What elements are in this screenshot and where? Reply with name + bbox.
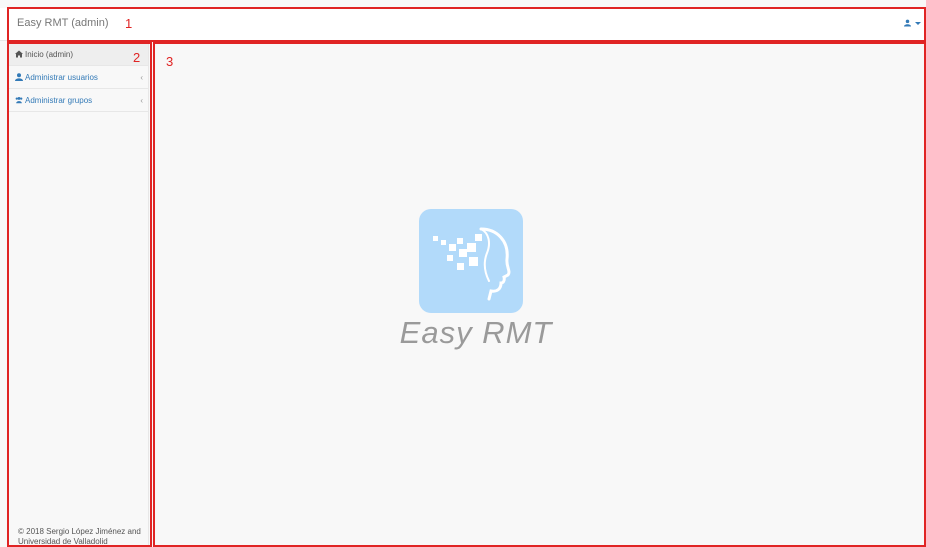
main-content: Easy RMT	[153, 43, 926, 547]
brain-head-icon	[433, 227, 511, 301]
footer-copyright: © 2018 Sergio López Jiménez and Universi…	[18, 527, 158, 547]
easy-rmt-logo	[419, 209, 523, 313]
sidebar-item-label: Administrar usuarios	[25, 72, 98, 82]
sidebar-item-label: Administrar grupos	[25, 95, 93, 105]
users-icon	[15, 96, 23, 104]
sidebar-item-administrar-usuarios[interactable]: Administrar usuarios ‹	[9, 66, 148, 89]
annotation-label-3: 3	[166, 54, 174, 69]
annotation-label-2: 2	[133, 50, 141, 65]
sidebar: Inicio (admin) Administrar usuarios ‹ Ad…	[9, 43, 149, 547]
user-menu-button[interactable]	[904, 19, 921, 27]
footer-line-1: © 2018 Sergio López Jiménez and	[18, 527, 141, 536]
user-icon	[904, 19, 911, 27]
annotation-label-1: 1	[125, 16, 133, 31]
chevron-left-icon: ‹	[140, 96, 143, 105]
sidebar-item-label: Inicio (admin)	[25, 49, 74, 59]
brand-title[interactable]: Easy RMT (admin)	[17, 17, 108, 29]
chevron-left-icon: ‹	[140, 73, 143, 82]
top-navbar: Easy RMT (admin)	[0, 8, 926, 41]
footer-line-2: Universidad de Valladolid	[18, 537, 108, 546]
user-icon	[15, 73, 23, 81]
sidebar-item-administrar-grupos[interactable]: Administrar grupos ‹	[9, 89, 148, 112]
chevron-down-icon	[915, 21, 921, 25]
sidebar-item-inicio[interactable]: Inicio (admin)	[9, 43, 148, 66]
home-icon	[15, 50, 23, 58]
logo-text: Easy RMT	[399, 315, 553, 350]
